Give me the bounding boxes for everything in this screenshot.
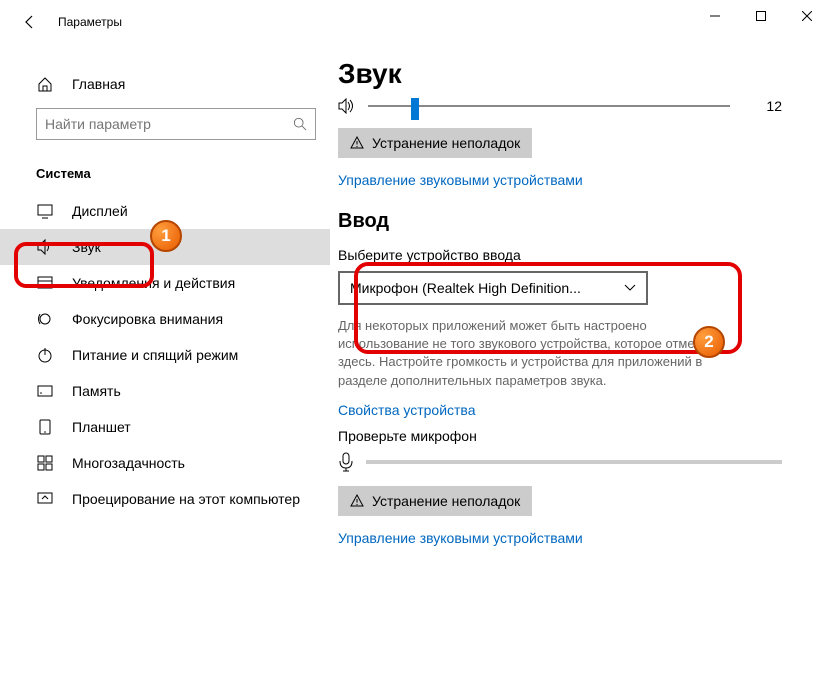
sidebar-item-label: Уведомления и действия: [72, 275, 235, 291]
sidebar-item-storage[interactable]: Память: [0, 373, 330, 409]
maximize-button[interactable]: [738, 0, 784, 32]
minimize-icon: [710, 11, 720, 21]
maximize-icon: [756, 11, 766, 21]
back-button[interactable]: [14, 6, 46, 38]
sidebar-item-label: Память: [72, 383, 121, 399]
sound-icon: [36, 239, 54, 255]
home-icon: [36, 76, 54, 92]
sidebar-item-label: Звук: [72, 239, 101, 255]
volume-icon: [338, 98, 356, 114]
close-button[interactable]: [784, 0, 830, 32]
sidebar-item-label: Дисплей: [72, 203, 128, 219]
sidebar-item-multitask[interactable]: Многозадачность: [0, 445, 330, 481]
troubleshoot-output-button[interactable]: Устранение неполадок: [338, 128, 532, 158]
device-properties-link[interactable]: Свойства устройства: [338, 402, 782, 418]
input-description: Для некоторых приложений может быть наст…: [338, 317, 738, 390]
volume-row: 12: [338, 98, 782, 114]
troubleshoot-label: Устранение неполадок: [372, 135, 520, 151]
manage-input-devices-link[interactable]: Управление звуковыми устройствами: [338, 530, 782, 546]
multitask-icon: [36, 455, 54, 471]
sidebar-item-label: Фокусировка внимания: [72, 311, 223, 327]
sidebar-item-tablet[interactable]: Планшет: [0, 409, 330, 445]
category-label: Система: [0, 140, 330, 193]
project-icon: [36, 491, 54, 507]
mic-level-bar: [366, 460, 782, 464]
window-title: Параметры: [58, 15, 122, 29]
warning-icon: [350, 136, 364, 150]
sidebar-item-label: Планшет: [72, 419, 131, 435]
input-device-selected: Микрофон (Realtek High Definition...: [350, 280, 581, 296]
annotation-badge-2: 2: [693, 326, 725, 358]
search-field[interactable]: [45, 116, 293, 132]
tablet-icon: [36, 419, 54, 435]
display-icon: [36, 203, 54, 219]
input-device-dropdown[interactable]: Микрофон (Realtek High Definition...: [338, 271, 648, 305]
sidebar-item-focus[interactable]: Фокусировка внимания: [0, 301, 330, 337]
focus-icon: [36, 311, 54, 327]
sidebar-item-label: Многозадачность: [72, 455, 185, 471]
volume-slider[interactable]: [368, 105, 730, 107]
troubleshoot-label: Устранение неполадок: [372, 493, 520, 509]
sidebar-item-label: Проецирование на этот компьютер: [72, 491, 300, 507]
home-label: Главная: [72, 76, 125, 92]
mic-test-row: [338, 452, 782, 472]
troubleshoot-input-button[interactable]: Устранение неполадок: [338, 486, 532, 516]
volume-thumb[interactable]: [411, 98, 419, 120]
window-controls: [692, 0, 830, 32]
page-title: Звук: [338, 58, 782, 90]
power-icon: [36, 347, 54, 363]
home-link[interactable]: Главная: [0, 68, 330, 100]
input-heading: Ввод: [338, 210, 782, 233]
sidebar-item-project[interactable]: Проецирование на этот компьютер: [0, 481, 330, 517]
titlebar: Параметры: [0, 0, 830, 44]
manage-output-devices-link[interactable]: Управление звуковыми устройствами: [338, 172, 782, 188]
microphone-icon: [338, 452, 354, 472]
sidebar-item-power[interactable]: Питание и спящий режим: [0, 337, 330, 373]
close-icon: [802, 11, 812, 21]
input-select-label: Выберите устройство ввода: [338, 247, 782, 263]
arrow-left-icon: [22, 14, 38, 30]
minimize-button[interactable]: [692, 0, 738, 32]
sidebar-item-label: Питание и спящий режим: [72, 347, 238, 363]
search-input[interactable]: [36, 108, 316, 140]
volume-value: 12: [742, 98, 782, 114]
notifications-icon: [36, 275, 54, 291]
storage-icon: [36, 383, 54, 399]
sidebar: Главная Система Дисплей Звук Уведомления и…: [0, 44, 330, 679]
annotation-badge-1: 1: [150, 220, 182, 252]
test-mic-label: Проверьте микрофон: [338, 428, 782, 444]
sidebar-item-notifications[interactable]: Уведомления и действия: [0, 265, 330, 301]
chevron-down-icon: [624, 284, 636, 292]
main-panel: Звук 12 Устранение неполадок Управление …: [330, 44, 830, 679]
warning-icon: [350, 494, 364, 508]
search-icon: [293, 117, 307, 131]
